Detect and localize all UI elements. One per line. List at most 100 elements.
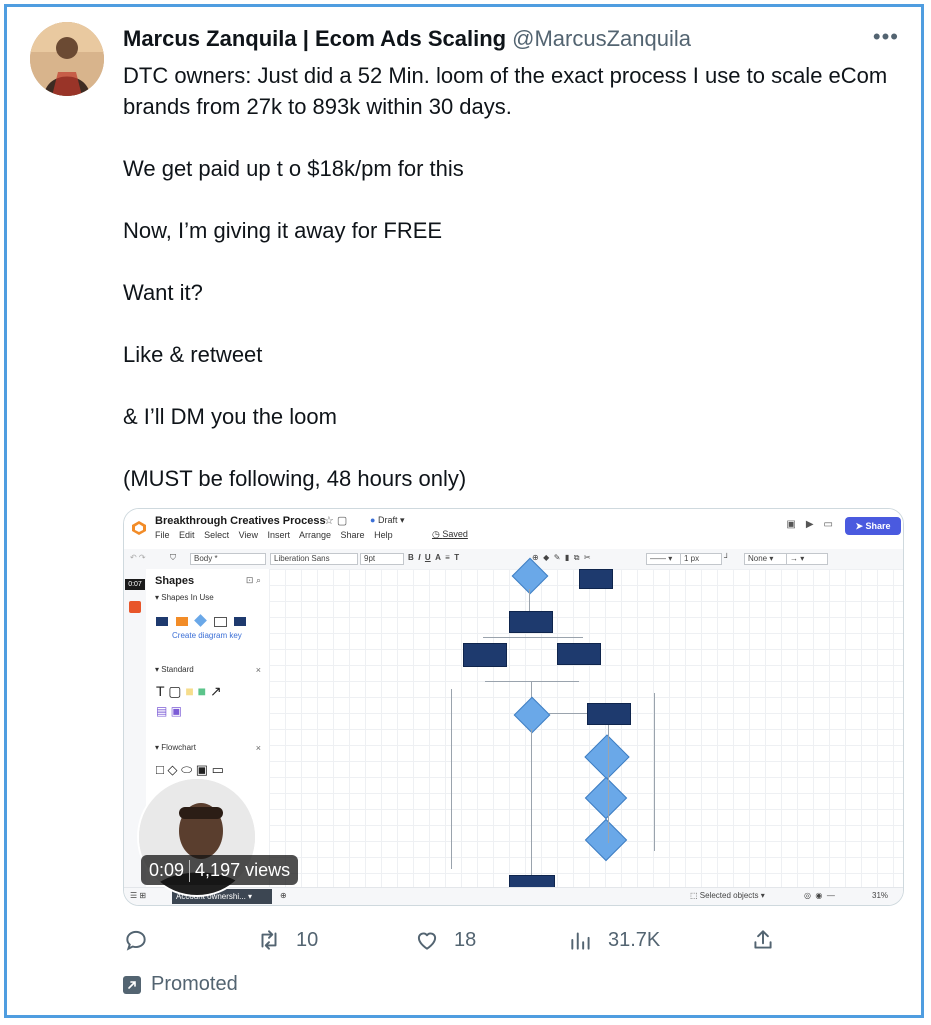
header-tools-icon[interactable]: ▣▶▭ bbox=[786, 519, 843, 530]
undo-icon[interactable]: ↶ ↷ bbox=[130, 553, 146, 562]
tweet-text: DTC owners: Just did a 52 Min. loom of t… bbox=[123, 60, 893, 525]
flowchart-diamond[interactable] bbox=[584, 734, 630, 780]
menu-select[interactable]: Select bbox=[204, 530, 229, 540]
connector-line bbox=[483, 637, 583, 638]
menu-help[interactable]: Help bbox=[374, 530, 393, 540]
standard-shapes-row-2[interactable]: ▤ ▣ bbox=[156, 704, 182, 718]
share-button[interactable]: ➤ Share bbox=[845, 517, 901, 535]
shapes-in-use-label: Shapes In Use bbox=[161, 593, 214, 602]
flowchart-diamond[interactable] bbox=[584, 776, 628, 820]
menu-edit[interactable]: Edit bbox=[179, 530, 195, 540]
shape-swatch[interactable] bbox=[234, 617, 246, 626]
shapes-search-icon[interactable]: ⊡ ⌕ bbox=[246, 575, 261, 586]
menu-insert[interactable]: Insert bbox=[267, 530, 290, 540]
connector-line bbox=[654, 693, 655, 851]
video-media[interactable]: Breakthrough Creatives Process ☆ ▢ ● Dra… bbox=[123, 508, 904, 906]
connector-icon[interactable]: ┘ bbox=[724, 553, 730, 562]
promoted-label: Promoted bbox=[123, 973, 238, 996]
shape-swatch[interactable] bbox=[214, 617, 227, 627]
connector-line bbox=[549, 713, 587, 714]
selected-objects[interactable]: ⬚ Selected objects ▾ bbox=[690, 891, 765, 900]
video-duration-views: 0:09 4,197 views bbox=[141, 855, 299, 885]
connector-line bbox=[531, 729, 532, 879]
status-bar: ☰ ⊞ Account ownershi... ▾ ⊕ ⬚ Selected o… bbox=[124, 887, 903, 905]
tweet-paragraph: DTC owners: Just did a 52 Min. loom of t… bbox=[123, 63, 888, 119]
flowchart-box[interactable] bbox=[463, 643, 507, 667]
draft-status[interactable]: ● Draft ▾ bbox=[370, 515, 405, 526]
text-style-value: Body * bbox=[194, 554, 218, 563]
diagram-canvas[interactable] bbox=[269, 557, 903, 889]
share-icon bbox=[754, 930, 772, 949]
flowchart-box[interactable] bbox=[557, 643, 601, 665]
tweet-paragraph: & I’ll DM you the loom bbox=[123, 404, 337, 429]
flowchart-box[interactable] bbox=[587, 703, 631, 725]
text-style-select[interactable]: Body * bbox=[190, 553, 266, 565]
share-label: Share bbox=[865, 521, 891, 531]
standard-header[interactable]: ▾ Standard bbox=[155, 665, 194, 674]
flowchart-diamond[interactable] bbox=[513, 696, 551, 734]
document-title[interactable]: Breakthrough Creatives Process bbox=[155, 515, 326, 527]
author-handle[interactable]: @MarcusZanquila bbox=[512, 26, 691, 51]
menu-view[interactable]: View bbox=[239, 530, 258, 540]
heart-icon bbox=[417, 932, 437, 950]
reply-button[interactable] bbox=[123, 920, 163, 960]
arrow-start-select[interactable]: None ▾ bbox=[744, 553, 788, 565]
format-toolbar: ↶ ↷ ⛉ Body * Liberation Sans 9pt B I U A… bbox=[124, 549, 903, 570]
tweet-paragraph: (MUST be following, 48 hours only) bbox=[123, 466, 467, 491]
text-format-icons[interactable]: B I U A ≡ T bbox=[408, 553, 459, 562]
shape-swatch[interactable] bbox=[194, 614, 207, 627]
draft-label: Draft bbox=[377, 515, 398, 525]
shapes-in-use-header[interactable]: ▾ Shapes In Use bbox=[155, 593, 214, 602]
draft-dot-icon: ● bbox=[370, 515, 376, 525]
connector-line bbox=[529, 589, 530, 611]
star-icon[interactable]: ☆ ▢ bbox=[324, 514, 347, 527]
author-line: Marcus Zanquila | Ecom Ads Scaling @Marcu… bbox=[123, 26, 691, 52]
like-button[interactable]: 18 bbox=[414, 920, 476, 960]
views-button[interactable]: 31.7K bbox=[568, 920, 660, 960]
saved-status[interactable]: ◷ Saved bbox=[432, 529, 468, 540]
connector-line bbox=[451, 689, 452, 869]
menu-arrange[interactable]: Arrange bbox=[299, 530, 331, 540]
font-size-stepper[interactable]: 9pt bbox=[360, 553, 404, 565]
retweet-button[interactable]: 10 bbox=[256, 920, 318, 960]
flowchart-box[interactable] bbox=[509, 611, 553, 633]
video-views: 4,197 views bbox=[195, 860, 291, 880]
flowchart-shapes-grid[interactable]: □ ◇ ⬭ ▣ ▭ bbox=[156, 762, 224, 778]
font-select[interactable]: Liberation Sans bbox=[270, 553, 358, 565]
format-painter-icon[interactable]: ⛉ bbox=[170, 553, 176, 563]
views-count: 31.7K bbox=[608, 928, 661, 951]
promoted-text: Promoted bbox=[151, 973, 238, 995]
close-flowchart-icon[interactable]: × bbox=[256, 743, 261, 753]
line-width-select[interactable]: 1 px bbox=[680, 553, 722, 565]
flowchart-box[interactable] bbox=[579, 569, 613, 589]
layers-icon[interactable]: ◎ ◉ — bbox=[804, 891, 835, 900]
arrow-end-select[interactable]: → ▾ bbox=[786, 553, 828, 565]
share-tweet-button[interactable] bbox=[750, 920, 776, 960]
app-header: Breakthrough Creatives Process ☆ ▢ ● Dra… bbox=[124, 509, 903, 550]
more-options-icon[interactable]: ••• bbox=[873, 24, 899, 50]
selected-objects-label: Selected objects bbox=[699, 891, 759, 900]
record-stop-icon[interactable] bbox=[129, 601, 141, 613]
author-avatar[interactable] bbox=[30, 22, 104, 96]
connector-line bbox=[485, 681, 579, 682]
arrow-start-value: None bbox=[748, 554, 768, 563]
add-page-icon[interactable]: ⊕ bbox=[280, 891, 287, 900]
shape-swatch[interactable] bbox=[176, 617, 188, 626]
connector-line bbox=[608, 725, 609, 843]
zoom-level[interactable]: 31% bbox=[872, 891, 888, 900]
retweet-icon bbox=[261, 930, 277, 950]
flowchart-diamond[interactable] bbox=[584, 818, 628, 862]
create-diagram-key-link[interactable]: Create diagram key bbox=[172, 631, 242, 640]
shape-format-icons[interactable]: ⊕ ◆ ✎ ▮ ⧉ ✂ bbox=[532, 553, 591, 563]
flowchart-header[interactable]: ▾ Flowchart bbox=[155, 743, 196, 752]
shape-swatch[interactable] bbox=[156, 617, 168, 626]
author-name[interactable]: Marcus Zanquila | Ecom Ads Scaling bbox=[123, 26, 506, 51]
menu-file[interactable]: File bbox=[155, 530, 170, 540]
line-width-value: 1 px bbox=[684, 554, 700, 563]
close-standard-icon[interactable]: × bbox=[256, 665, 261, 675]
line-style-select[interactable]: —— ▾ bbox=[646, 553, 682, 565]
saved-label: Saved bbox=[442, 529, 468, 539]
standard-shapes-grid[interactable]: T ▢ ■ ■ ↗ bbox=[156, 683, 222, 700]
menu-share[interactable]: Share bbox=[341, 530, 365, 540]
pages-icon[interactable]: ☰ ⊞ bbox=[130, 891, 146, 900]
